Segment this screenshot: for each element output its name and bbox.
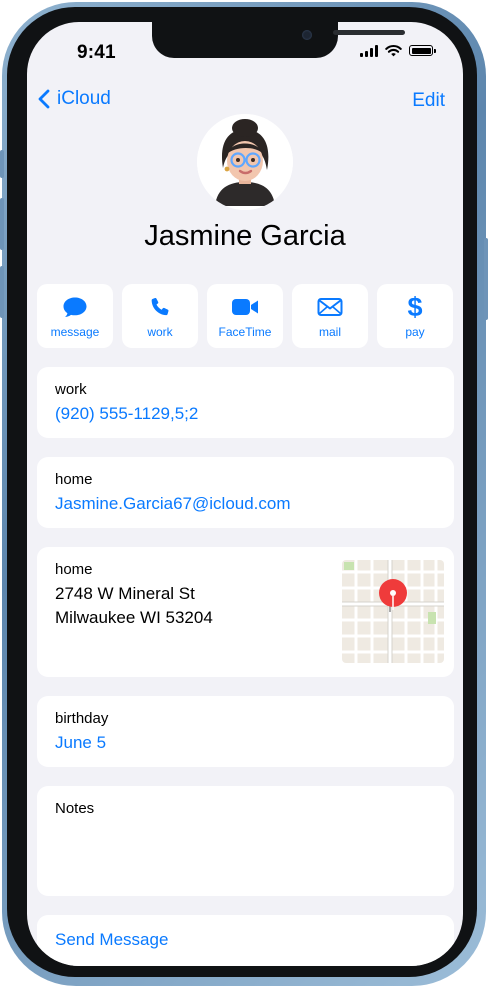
message-action-button[interactable]: message [37,284,113,348]
contact-avatar [197,114,293,210]
message-action-label: message [50,325,100,339]
earpiece-speaker [333,30,405,35]
video-camera-icon [232,299,258,315]
edit-button[interactable]: Edit [412,90,445,112]
power-button [484,238,488,320]
dollar-icon: $ [407,292,423,322]
chevron-left-icon [38,89,50,109]
screen: 9:41 iCloud Edit Jasmine Garcia message … [27,22,463,966]
notes-label: Notes [55,800,95,817]
cellular-signal-icon [360,44,378,57]
phone-number-link[interactable]: (920) 555-1129,5;2 [55,404,454,424]
mail-button[interactable]: mail [292,284,368,348]
notch [152,22,405,58]
status-icons [360,44,436,57]
back-button[interactable]: iCloud [37,88,111,110]
volume-up-button [0,198,4,250]
pay-button[interactable]: $ pay [377,284,453,348]
silent-switch [0,150,4,178]
email-card[interactable]: home Jasmine.Garcia67@icloud.com [37,457,454,528]
front-camera [302,30,312,40]
wifi-icon [385,44,402,57]
message-bubble-icon [63,297,87,317]
facetime-label: FaceTime [218,325,272,339]
birthday-value-link[interactable]: June 5 [55,733,454,753]
facetime-button[interactable]: FaceTime [207,284,283,348]
battery-icon [409,45,436,56]
call-work-button[interactable]: work [122,284,198,348]
memoji-avatar-icon [197,114,293,210]
envelope-icon [317,298,343,316]
notes-card[interactable]: Notes [37,786,454,896]
status-time: 9:41 [77,42,116,63]
address-card[interactable]: home 2748 W Mineral St Milwaukee WI 5320… [37,547,454,677]
pay-label: pay [405,325,425,339]
send-message-button[interactable]: Send Message [55,930,454,950]
phone-card[interactable]: work (920) 555-1129,5;2 [37,367,454,438]
notes-field[interactable] [55,823,454,883]
email-link[interactable]: Jasmine.Garcia67@icloud.com [55,494,454,514]
map-thumbnail-image [342,560,444,663]
volume-down-button [0,266,4,318]
action-row: message work FaceTime mail $ pay [37,284,453,348]
contact-name: Jasmine Garcia [144,220,346,252]
email-label: home [55,471,93,488]
birthday-label: birthday [55,710,109,727]
back-label: iCloud [57,88,111,109]
birthday-card[interactable]: birthday June 5 [37,696,454,767]
phone-label: work [55,381,87,398]
call-work-label: work [147,325,173,339]
map-thumbnail[interactable] [342,560,444,663]
phone-icon [151,297,169,316]
send-message-card[interactable]: Send Message [37,915,454,966]
mail-label: mail [318,325,341,339]
